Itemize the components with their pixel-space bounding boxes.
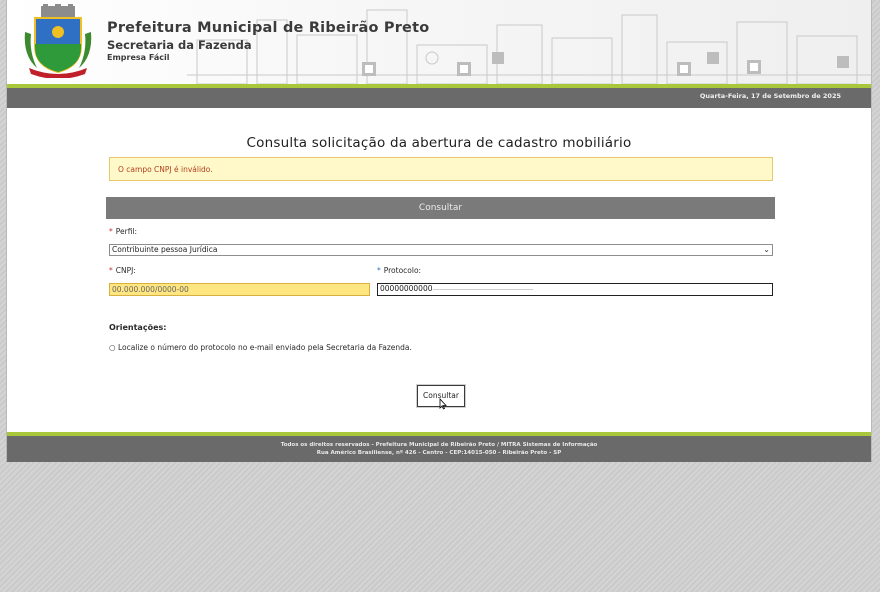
error-message-box: O campo CNPJ é inválido. <box>109 157 773 181</box>
form-header: Consultar <box>106 197 775 219</box>
protocolo-label: * Protocolo: <box>377 266 421 275</box>
protocolo-input-value: 00000000000 <box>380 284 433 293</box>
perfil-label-text: Perfil: <box>115 227 138 236</box>
footer-copyright: Todos os direitos reservados - Prefeitur… <box>280 442 598 448</box>
cnpj-label: * CNPJ: <box>109 266 136 275</box>
orientacoes-item-text: Localize o número do protocolo no e-mail… <box>117 343 412 352</box>
coat-of-arms-logo <box>24 4 92 78</box>
required-marker: * <box>109 266 113 275</box>
page: Prefeitura Municipal de Ribeirão Preto S… <box>6 0 872 462</box>
app-name: Empresa Fácil <box>107 53 170 62</box>
page-title: Consulta solicitação da abertura de cada… <box>246 135 632 151</box>
site-subtitle: Secretaria da Fazenda <box>107 38 252 52</box>
required-marker: * <box>109 227 113 236</box>
orientacoes-item: ○ Localize o número do protocolo no e-ma… <box>109 343 412 352</box>
text-caret <box>432 288 533 290</box>
cnpj-input-value: 00.000.000/0000-00 <box>112 285 189 294</box>
perfil-select[interactable]: Contribuinte pessoa Jurídica ⌄ <box>109 244 773 256</box>
perfil-selected-value: Contribuinte pessoa Jurídica <box>112 245 218 254</box>
header-band: Quarta-Feira, 17 de Setembro de 2025 <box>7 84 871 108</box>
protocolo-label-text: Protocolo: <box>383 266 422 275</box>
perfil-label: * Perfil: <box>109 227 137 236</box>
error-message: O campo CNPJ é inválido. <box>118 165 213 174</box>
mouse-cursor-icon <box>439 398 447 410</box>
orientacoes-title: Orientações: <box>109 323 167 332</box>
cnpj-label-text: CNPJ: <box>115 266 136 275</box>
bullet-icon: ○ <box>109 343 118 352</box>
site-footer: Todos os direitos reservados - Prefeitur… <box>7 432 871 462</box>
chevron-down-icon: ⌄ <box>763 245 770 254</box>
required-marker: * <box>377 266 381 275</box>
footer-address: Rua Américo Brasiliense, nº 426 - Centro… <box>316 450 562 456</box>
protocolo-input[interactable]: 00000000000 <box>377 283 773 296</box>
current-date: Quarta-Feira, 17 de Setembro de 2025 <box>699 92 841 100</box>
site-title: Prefeitura Municipal de Ribeirão Preto <box>107 20 430 36</box>
cnpj-input[interactable]: 00.000.000/0000-00 <box>109 283 370 296</box>
skyline-banner-image <box>187 9 871 84</box>
site-header: Prefeitura Municipal de Ribeirão Preto S… <box>7 0 871 84</box>
